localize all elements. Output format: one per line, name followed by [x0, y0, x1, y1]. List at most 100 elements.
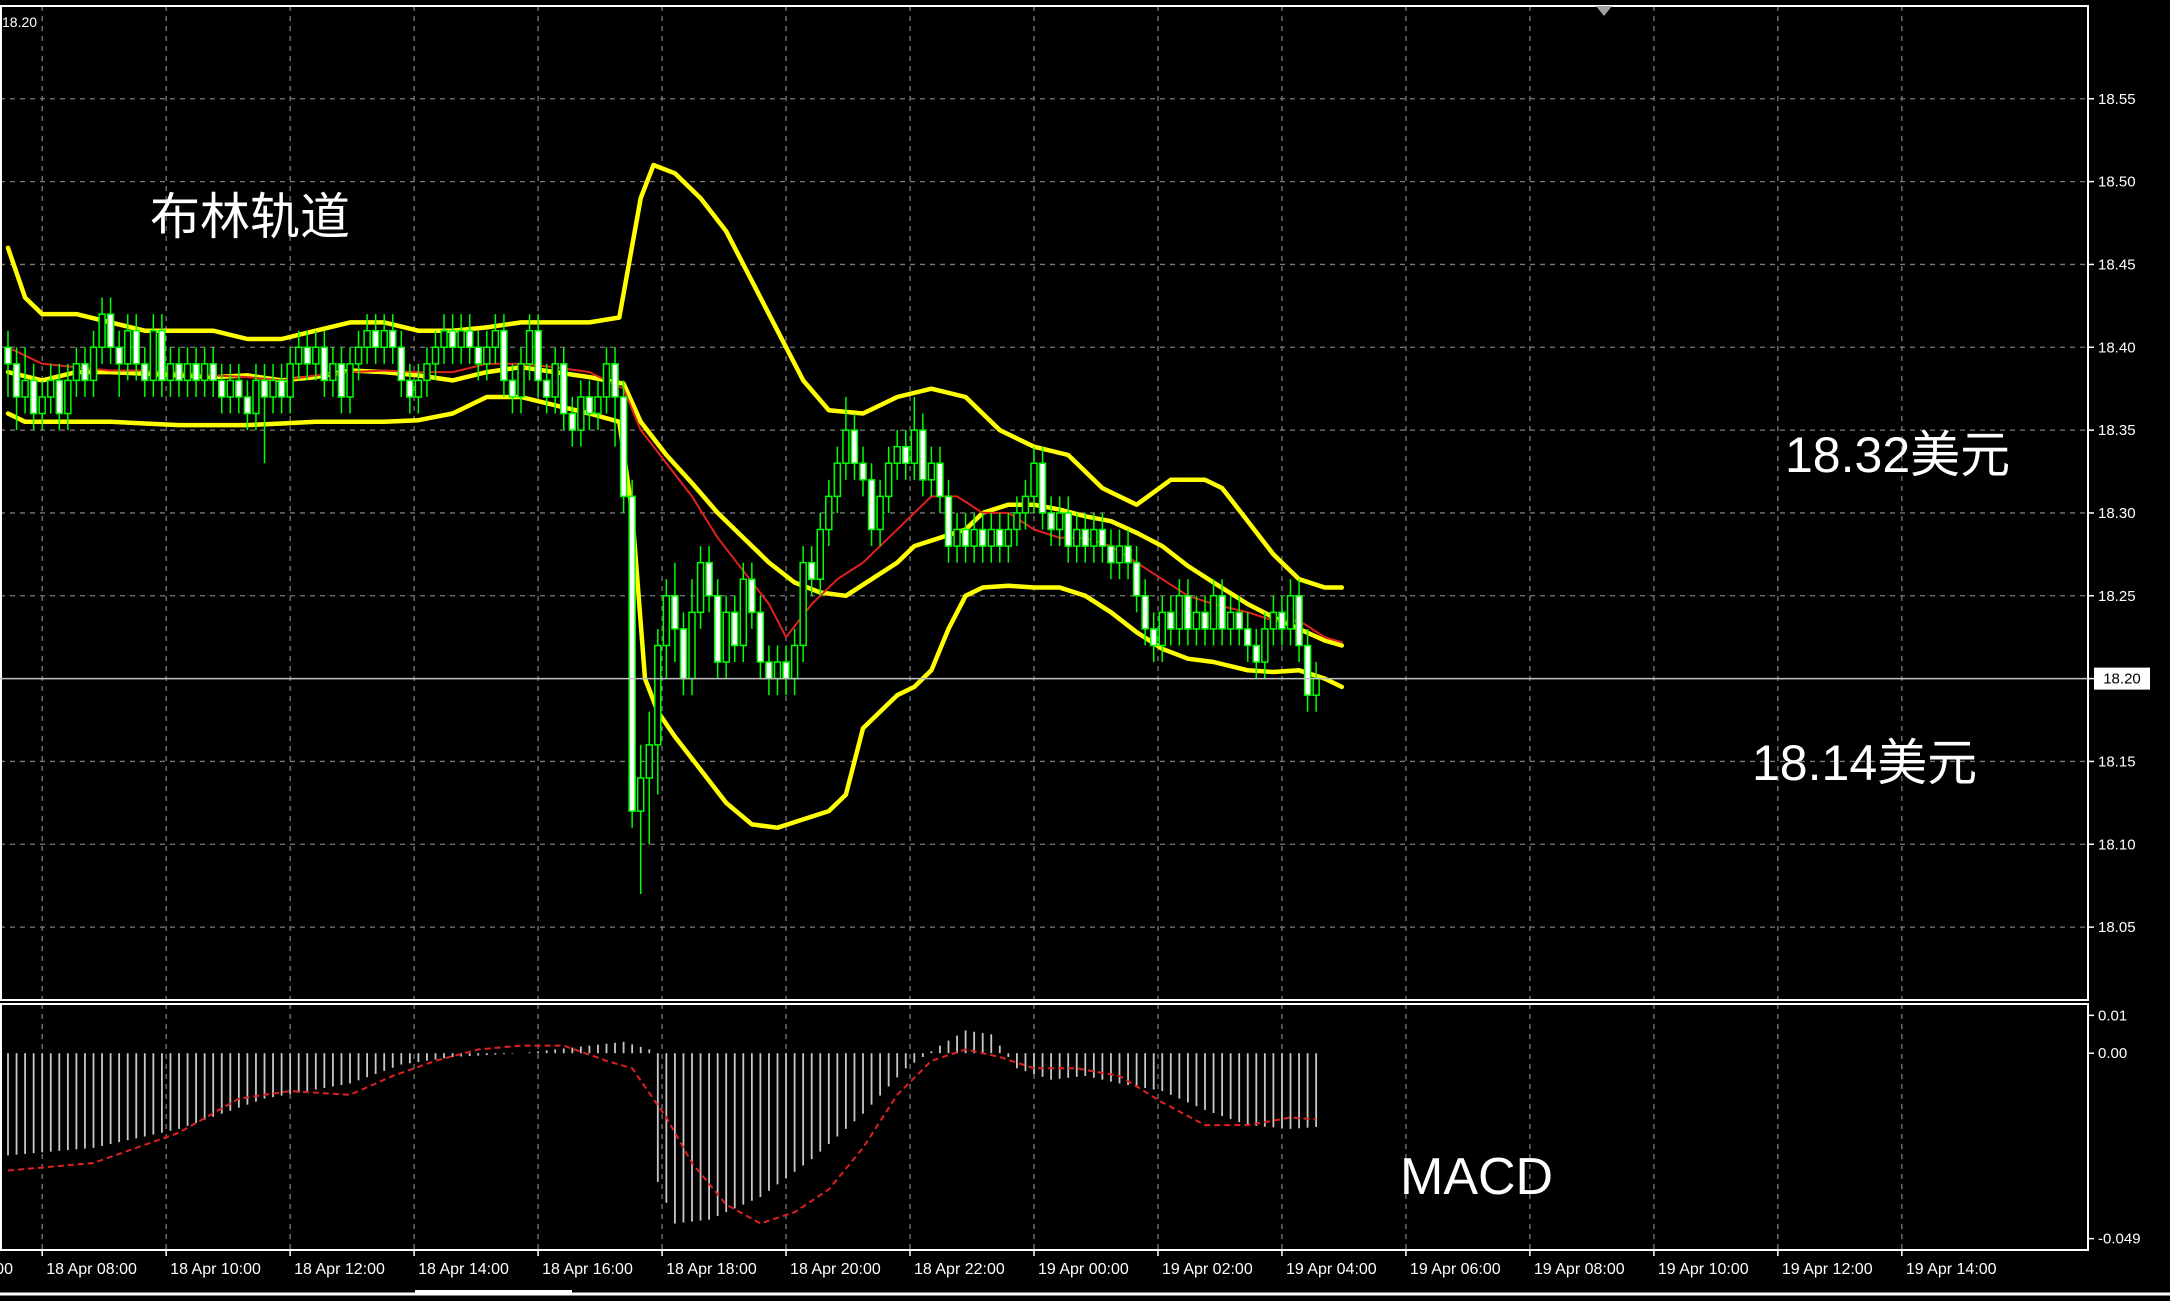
candle-body-bull	[1261, 628, 1269, 663]
candle-body-bull	[790, 644, 799, 680]
candle-body-bear	[859, 462, 867, 481]
candle-body-bear	[611, 363, 619, 398]
price-tick-label: 18.05	[2098, 919, 2136, 936]
candle-body-bear	[713, 595, 722, 663]
candle-body-bull	[21, 379, 29, 398]
candle-body-bull	[166, 363, 175, 382]
candle-body-bear	[1124, 545, 1132, 564]
candle-body-bull	[149, 329, 158, 382]
candle-body-bear	[756, 611, 765, 663]
chart-window: 18.55 18.50 18.45 18.40 18.35 18.30 18.25 18.20…	[0, 0, 2170, 1296]
candle-body-bear	[1235, 611, 1243, 630]
candle-body-bull	[346, 363, 354, 398]
candle-body-bear	[115, 346, 123, 365]
candle-body-bull	[842, 429, 850, 464]
candle-body-bull	[970, 528, 978, 547]
candle-body-bear	[560, 363, 568, 415]
candle-body-bull	[414, 379, 423, 398]
candle-body-bear	[465, 329, 474, 349]
price-tick-label: 18.10	[2098, 836, 2136, 853]
candle-body-bear	[175, 363, 183, 382]
candle-body-bear	[961, 528, 970, 547]
price-tick-label: 18.30	[2098, 505, 2136, 522]
time-tick-label: 19 Apr 04:00	[1286, 1261, 1377, 1278]
time-tick-label: 18 Apr 10:00	[170, 1261, 261, 1278]
candle-body-bear	[782, 661, 790, 680]
candle-body-bear	[671, 595, 679, 630]
time-tick-label: 19 Apr 14:00	[1906, 1261, 1997, 1278]
candle-body-bull	[1090, 528, 1098, 547]
candle-body-bear	[542, 379, 551, 398]
candle-body-bear	[748, 578, 756, 614]
candle-body-bull	[491, 329, 500, 349]
time-tick-label: 19 Apr 08:00	[1534, 1261, 1625, 1278]
candle-body-bull	[354, 346, 363, 365]
candle-body-bull	[1073, 528, 1081, 547]
candle-body-bear	[996, 528, 1004, 547]
candle-body-bear	[397, 346, 406, 382]
candle-body-bull	[183, 363, 192, 382]
candle-body-bear	[619, 396, 628, 498]
candle-body-bull	[1021, 495, 1030, 514]
candle-body-bull	[431, 346, 440, 365]
candle-body-bear	[320, 346, 329, 382]
candle-body-bear	[243, 396, 252, 415]
candle-body-bear	[192, 363, 200, 382]
time-tick-label: 18 Apr 16:00	[542, 1261, 633, 1278]
candle-body-bull	[312, 346, 320, 365]
candle-body-bull	[517, 363, 525, 398]
candle-body-bear	[534, 329, 542, 382]
candle-body-bull	[722, 611, 730, 663]
candle-body-bear	[209, 363, 217, 382]
candle-body-bull	[696, 561, 705, 614]
price-tick-label: 18.55	[2098, 91, 2136, 108]
price-tick-label: 18.25	[2098, 588, 2136, 605]
candle-body-bear	[474, 346, 482, 365]
candle-body-bull	[98, 313, 106, 349]
candle-body-bear	[1132, 561, 1141, 597]
candle-body-bear	[1047, 512, 1055, 531]
candle-body-bear	[12, 363, 21, 398]
candle-body-bear	[867, 479, 876, 531]
candle-body-bull	[1055, 512, 1064, 531]
time-tick-label: 18 Apr 20:00	[790, 1261, 881, 1278]
candle-body-bull	[269, 379, 277, 398]
macd-tick-label: -0.049	[2098, 1231, 2141, 1248]
lower-band-annotation: 18.14美元	[1752, 735, 1977, 791]
candle-body-bear	[371, 329, 380, 349]
candle-body-bear	[850, 429, 859, 464]
candle-body-bear	[29, 379, 38, 415]
candle-body-bear	[337, 363, 346, 398]
candle-body-bear	[936, 462, 944, 498]
candle-body-bull	[525, 329, 534, 365]
time-tick-label: 18 Apr 22:00	[914, 1261, 1005, 1278]
candle-body-bear	[218, 379, 226, 398]
candle-body-bear	[1038, 462, 1047, 514]
candle-body-bull	[833, 462, 842, 498]
candle-body-bull	[816, 528, 824, 580]
candle-body-bear	[1252, 644, 1261, 663]
candle-body-bear	[1149, 628, 1158, 647]
candle-body-bear	[158, 329, 166, 382]
candle-body-bull	[440, 329, 448, 349]
candle-body-bull	[662, 595, 671, 647]
candle-body-bull	[457, 329, 465, 349]
candle-body-bear	[705, 561, 713, 597]
price-tick-label: 18.15	[2098, 753, 2136, 770]
price-tick-label: 18.50	[2098, 174, 2136, 191]
candle-body-bear	[508, 379, 517, 398]
time-tick-label: 18 Apr 08:00	[46, 1261, 137, 1278]
candle-body-bear	[1184, 595, 1192, 630]
candle-body-bull	[773, 661, 782, 680]
candle-body-bull	[551, 363, 559, 398]
time-tick-label: 19 Apr 02:00	[1162, 1261, 1253, 1278]
candle-body-bear	[141, 363, 149, 382]
candle-body-bull	[1312, 677, 1320, 696]
candle-body-bear	[902, 445, 910, 464]
candle-body-bull	[123, 329, 132, 365]
candle-body-bear	[406, 379, 414, 398]
candle-body-bull	[329, 363, 337, 382]
candle-body-bear	[1244, 628, 1252, 647]
candle-body-bear	[81, 363, 89, 382]
candle-body-bear	[132, 329, 140, 365]
